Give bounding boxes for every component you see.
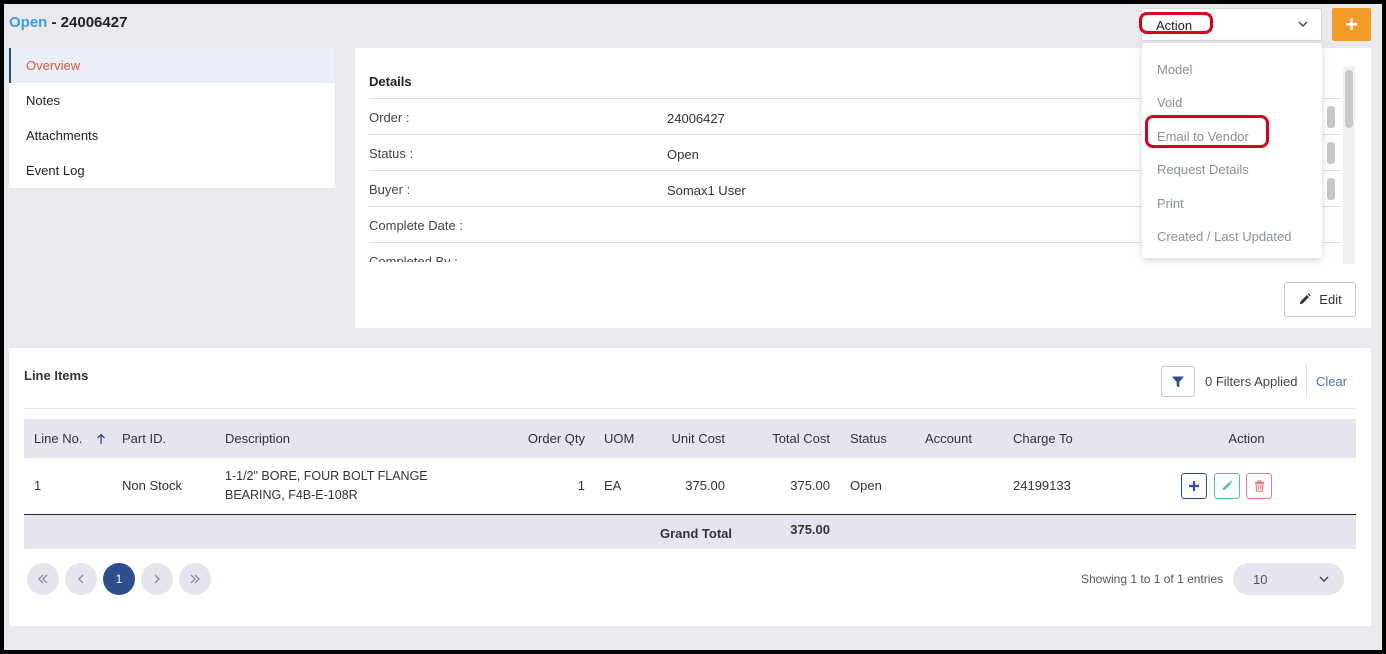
add-button[interactable]: + <box>1332 8 1371 41</box>
cell-status: Open <box>850 478 882 494</box>
sidebar-item-overview[interactable]: Overview <box>9 48 335 83</box>
double-chevron-right-icon <box>190 574 200 584</box>
col-description[interactable]: Description <box>215 419 495 458</box>
menu-item-void[interactable]: Void <box>1157 95 1182 110</box>
pagination: 1 <box>27 563 211 595</box>
filter-icon <box>1172 376 1184 387</box>
divider <box>24 408 1356 409</box>
page-size-select[interactable]: 10 <box>1233 563 1344 595</box>
cell-total-cost: 375.00 <box>790 478 830 494</box>
line-items-table: Line No. Part ID. Description Order Qty … <box>24 419 1356 549</box>
sort-ascending-icon <box>97 433 105 444</box>
plus-icon: + <box>1345 11 1358 37</box>
app-window: Open - 24006427 Action + Model Void Emai… <box>4 4 1382 650</box>
details-heading: Details <box>369 74 412 89</box>
sidebar-item-notes[interactable]: Notes <box>9 83 335 118</box>
col-label: Line No. <box>34 431 83 446</box>
detail-label: Complete Date : <box>369 218 463 233</box>
edit-button[interactable]: Edit <box>1284 282 1356 317</box>
menu-item-print[interactable]: Print <box>1157 196 1184 211</box>
sidebar-item-event-log[interactable]: Event Log <box>9 153 335 188</box>
first-page-button[interactable] <box>27 563 59 595</box>
menu-item-email-to-vendor[interactable]: Email to Vendor <box>1157 129 1249 144</box>
action-dropdown-label: Action <box>1156 18 1193 33</box>
col-account[interactable]: Account <box>918 419 1007 458</box>
divider <box>1306 364 1307 398</box>
col-charge-to[interactable]: Charge To <box>1007 419 1137 458</box>
table-header-row: Line No. Part ID. Description Order Qty … <box>24 419 1356 458</box>
col-uom[interactable]: UOM <box>595 419 655 458</box>
detail-value: 24006427 <box>667 111 725 126</box>
cell-charge-to: 24199133 <box>1013 478 1071 494</box>
last-page-button[interactable] <box>179 563 211 595</box>
showing-entries-text: Showing 1 to 1 of 1 entries <box>1081 572 1224 586</box>
cell-line-no: 1 <box>34 478 42 494</box>
grand-total-row: Grand Total 375.00 <box>24 514 1356 549</box>
detail-label: Completed By : <box>369 254 458 262</box>
detail-label: Buyer : <box>369 182 411 197</box>
cell-account <box>918 458 1007 514</box>
sidebar-item-attachments[interactable]: Attachments <box>9 118 335 153</box>
inner-scroll-thumb[interactable] <box>1327 178 1335 200</box>
col-unit-cost[interactable]: Unit Cost <box>655 419 740 458</box>
inner-scroll-thumb[interactable] <box>1327 106 1335 128</box>
col-order-qty[interactable]: Order Qty <box>495 419 595 458</box>
page-title: Open - 24006427 <box>9 14 127 31</box>
filter-button[interactable] <box>1161 366 1195 397</box>
detail-label: Status : <box>369 146 414 161</box>
double-chevron-left-icon <box>38 574 48 584</box>
action-menu: Model Void Email to Vendor Request Detai… <box>1142 43 1322 258</box>
col-total-cost[interactable]: Total Cost <box>740 419 843 458</box>
add-line-button[interactable] <box>1181 472 1207 499</box>
edit-label: Edit <box>1319 292 1342 307</box>
detail-label: Order : <box>369 110 410 125</box>
plus-icon <box>1189 480 1199 491</box>
line-items-panel: Line Items 0 Filters Applied Clear Line … <box>9 348 1371 626</box>
chevron-right-icon <box>154 574 160 584</box>
pencil-icon <box>1222 480 1233 491</box>
inner-scroll-thumb[interactable] <box>1327 142 1335 164</box>
grand-total-label: Grand Total <box>660 526 732 542</box>
cell-order-qty: 1 <box>577 478 585 494</box>
menu-item-created-last-updated[interactable]: Created / Last Updated <box>1157 229 1291 244</box>
page-size-value: 10 <box>1253 572 1268 587</box>
grand-total-value: 375.00 <box>790 522 830 538</box>
delete-line-button[interactable] <box>1246 472 1273 499</box>
cell-actions <box>1137 458 1356 514</box>
action-dropdown[interactable]: Action <box>1141 8 1322 41</box>
trash-icon <box>1254 480 1264 492</box>
cell-part-id: Non Stock <box>122 478 182 494</box>
col-action: Action <box>1228 431 1265 446</box>
cell-unit-cost: 375.00 <box>685 478 725 494</box>
detail-value: Somax1 User <box>667 183 746 198</box>
chevron-left-icon <box>78 574 84 584</box>
col-line-no[interactable]: Line No. <box>24 419 112 458</box>
col-part-id[interactable]: Part ID. <box>112 419 215 458</box>
filters-applied-text: 0 Filters Applied <box>1205 374 1298 389</box>
next-page-button[interactable] <box>141 563 173 595</box>
col-status[interactable]: Status <box>843 419 918 458</box>
page-button-current[interactable]: 1 <box>103 563 135 595</box>
chevron-down-icon <box>1319 576 1329 582</box>
order-number-title: - 24006427 <box>51 14 128 31</box>
clear-filters-link[interactable]: Clear <box>1316 374 1347 389</box>
chevron-down-icon <box>1298 21 1308 27</box>
menu-item-model[interactable]: Model <box>1157 62 1192 77</box>
cell-description: 1-1/2" BORE, FOUR BOLT FLANGE BEARING, F… <box>225 468 428 502</box>
table-row: 1 Non Stock 1-1/2" BORE, FOUR BOLT FLANG… <box>24 458 1356 514</box>
order-status-title: Open <box>9 14 48 31</box>
cell-uom: EA <box>604 478 622 494</box>
edit-line-button[interactable] <box>1213 472 1240 499</box>
detail-value: Open <box>667 147 699 162</box>
details-scroll-thumb[interactable] <box>1345 70 1353 128</box>
menu-item-request-details[interactable]: Request Details <box>1157 162 1249 177</box>
prev-page-button[interactable] <box>65 563 97 595</box>
line-items-heading: Line Items <box>24 368 89 383</box>
pencil-icon <box>1300 293 1311 305</box>
sidebar-nav: Overview Notes Attachments Event Log <box>9 48 335 188</box>
